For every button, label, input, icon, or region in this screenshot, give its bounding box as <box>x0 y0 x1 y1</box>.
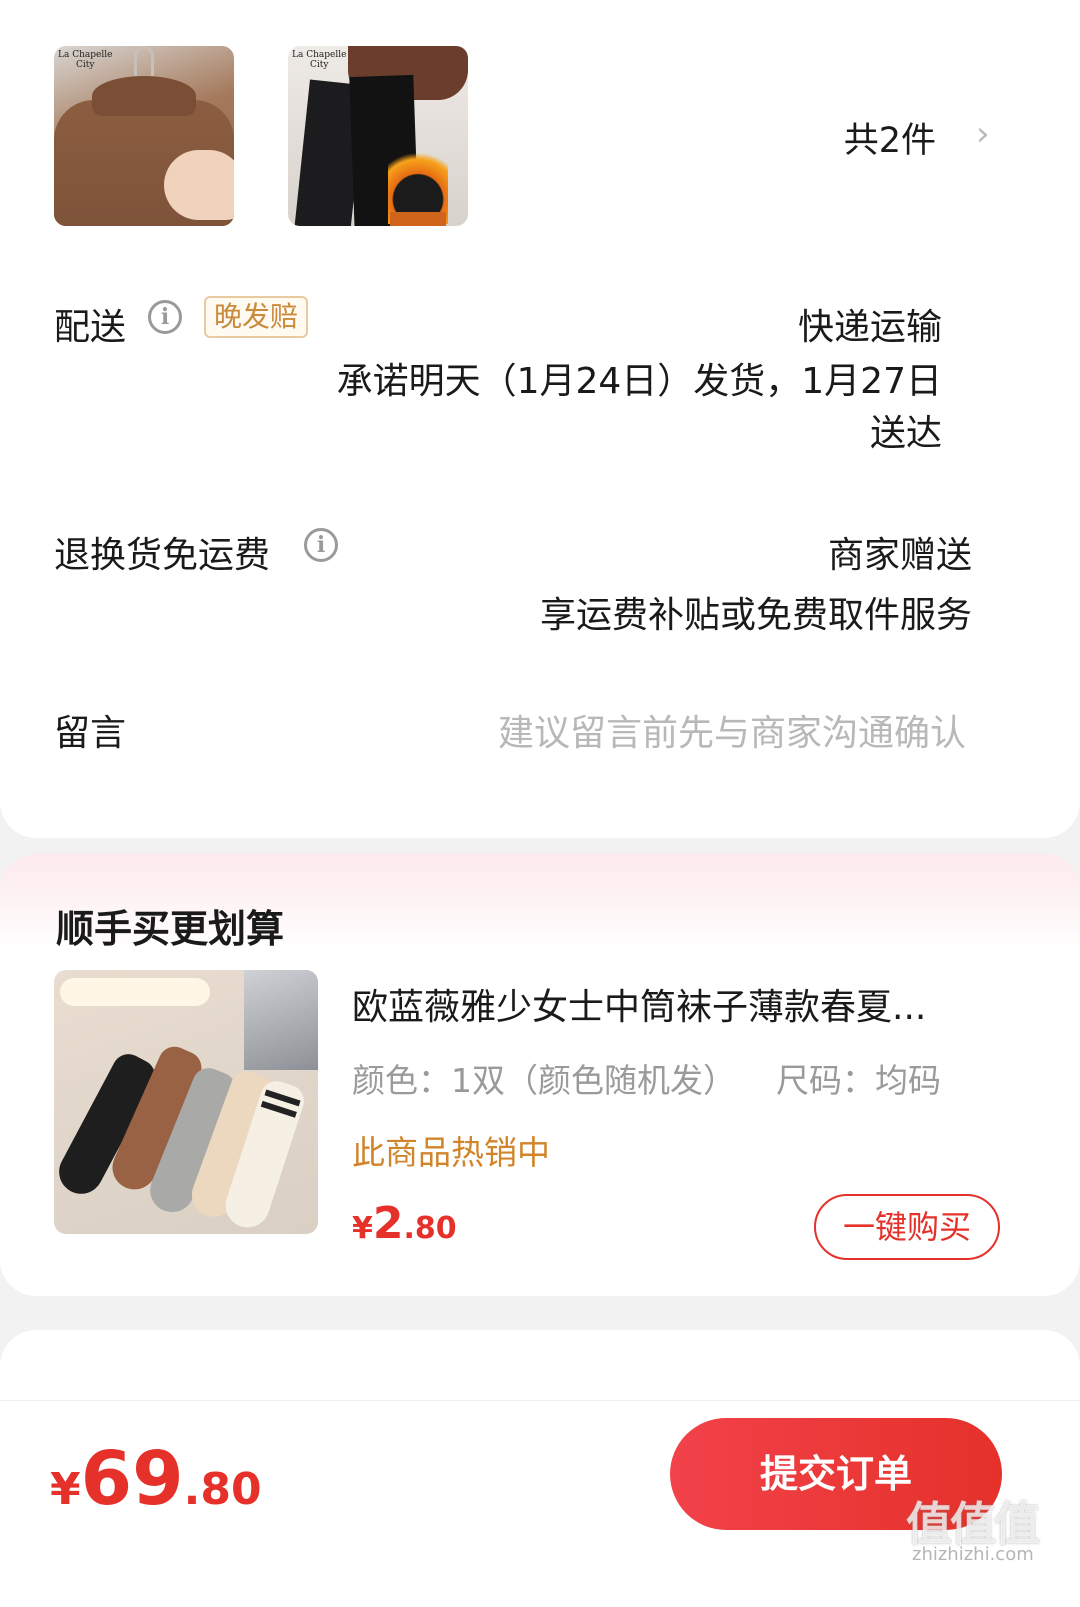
upsell-title: 顺手买更划算 <box>56 907 285 951</box>
one-click-buy-button[interactable]: 一键购买 <box>814 1194 1000 1260</box>
collar-shape <box>92 76 196 116</box>
hand-shape <box>164 150 234 220</box>
price-integer: 69 <box>80 1436 184 1522</box>
delivery-label: 配送 <box>54 307 127 348</box>
currency-symbol: ¥ <box>50 1464 81 1515</box>
brand-logo: La Chapelle City <box>292 50 347 70</box>
item-count[interactable]: 共2件 <box>844 112 936 163</box>
delivery-promise-cont: 送达 <box>869 413 942 454</box>
heat-label <box>390 212 446 226</box>
watermark-url: zhizhizhi.com <box>912 1544 1034 1565</box>
upsell-product-image[interactable] <box>54 970 318 1234</box>
brand-logo: La Chapelle City <box>58 50 113 70</box>
product-thumbnail-pants[interactable]: La Chapelle City <box>288 46 468 226</box>
late-compensation-badge: 晚发赔 <box>204 296 308 338</box>
price-decimal: .80 <box>183 1464 262 1515</box>
upsell-spec-size: 尺码：均码 <box>776 1061 941 1100</box>
return-shipping-label: 退换货免运费 <box>54 535 271 576</box>
return-shipping-provider: 商家赠送 <box>827 535 972 576</box>
currency-symbol: ¥ <box>352 1211 373 1246</box>
price-decimal: .80 <box>403 1211 457 1246</box>
hot-selling-label: 此商品热销中 <box>352 1133 550 1172</box>
upsell-price: ¥2.80 <box>352 1198 457 1249</box>
product-thumbnail-sweater[interactable]: La Chapelle City <box>54 46 234 226</box>
message-label: 留言 <box>54 713 127 754</box>
return-shipping-detail: 享运费补贴或免费取件服务 <box>539 595 972 636</box>
delivery-promise: 承诺明天（1月24日）发货，1月27日 <box>336 361 942 402</box>
delivery-method: 快递运输 <box>797 307 942 348</box>
total-price: ¥69.80 <box>50 1436 262 1522</box>
upsell-product-title[interactable]: 欧蓝薇雅少女士中筒袜子薄款春夏... <box>352 978 1002 1030</box>
shoe-shape <box>244 970 318 1070</box>
info-icon[interactable]: i <box>148 300 182 334</box>
hanger-shape <box>134 46 154 76</box>
price-integer: 2 <box>372 1198 404 1249</box>
info-icon[interactable]: i <box>304 528 338 562</box>
upsell-spec-color: 颜色：1双（颜色随机发） <box>352 1061 736 1100</box>
image-tag <box>60 978 210 1006</box>
message-input[interactable]: 建议留言前先与商家沟通确认 <box>498 704 966 756</box>
chevron-right-icon[interactable]: › <box>976 114 990 154</box>
